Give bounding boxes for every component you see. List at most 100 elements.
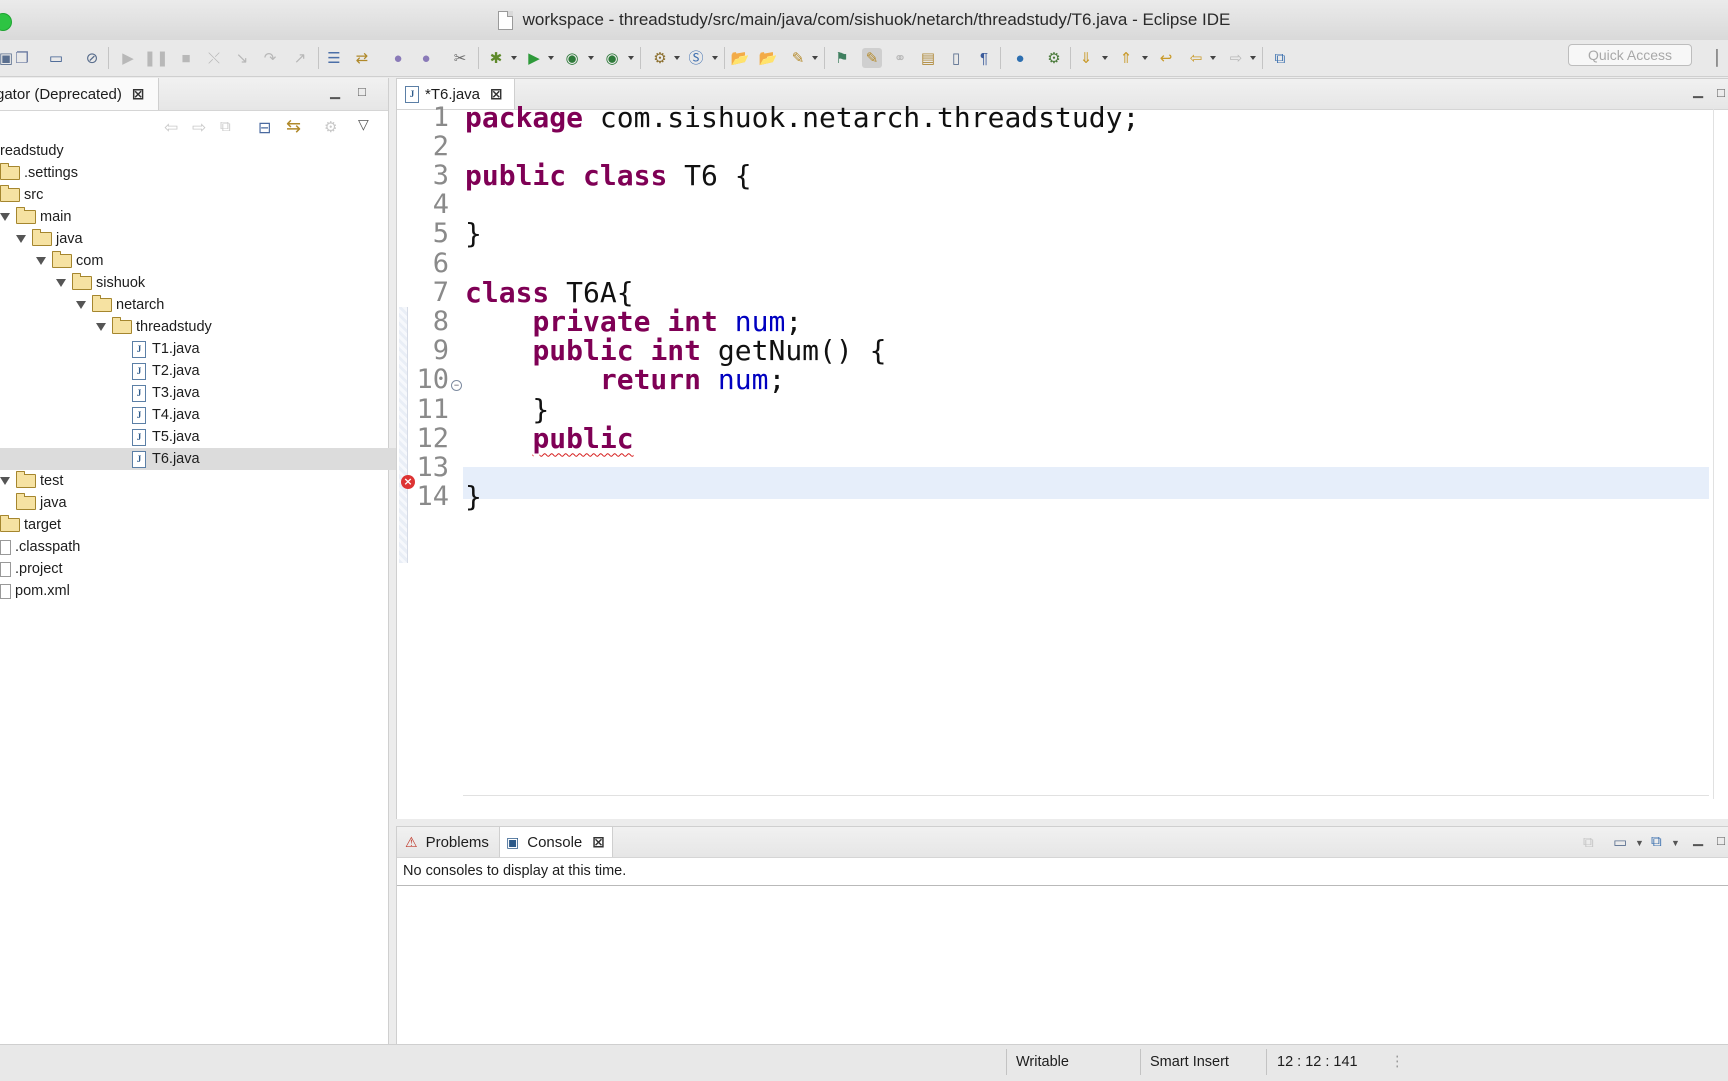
tree-item[interactable]: .classpath — [0, 536, 386, 558]
tab-navigator[interactable]: gator (Deprecated) ⊠ — [0, 78, 159, 110]
tree-item[interactable]: main — [0, 206, 386, 228]
previous-annotation-dropdown-icon[interactable] — [1142, 56, 1148, 60]
editor-icon[interactable]: ▤ — [918, 48, 938, 68]
debug-dropdown-icon[interactable] — [511, 56, 517, 60]
step-return-icon[interactable]: ↗ — [290, 48, 310, 68]
tree-item[interactable]: test — [0, 470, 386, 492]
error-icon[interactable]: × — [401, 475, 415, 489]
code-line[interactable]: 3 public class T6 { — [397, 159, 1717, 192]
debug-icon[interactable]: ✱ — [486, 48, 506, 68]
show-whitespace-icon[interactable]: ¶ — [974, 48, 994, 68]
code-line[interactable]: 8 private int num; — [397, 305, 1717, 338]
mark-occurrences-icon[interactable]: ⇄ — [352, 48, 372, 68]
tools-icon[interactable]: ✂ — [450, 48, 470, 68]
globe-icon[interactable]: ● — [1010, 48, 1030, 68]
close-icon[interactable]: ⊠ — [592, 833, 605, 851]
code-line[interactable]: 2 — [397, 130, 1717, 162]
purple-sphere-2-icon[interactable]: ● — [416, 48, 436, 68]
collapse-all-icon[interactable]: ⊟ — [258, 118, 271, 138]
tree-item[interactable]: com — [0, 250, 422, 272]
display-console-dropdown-icon[interactable]: ▼ — [1635, 838, 1644, 848]
code-line[interactable]: 9 public int getNum() { — [397, 334, 1717, 367]
horizontal-scrollbar[interactable] — [463, 795, 1709, 808]
view-menu-icon[interactable]: ▽ — [358, 116, 369, 133]
tab-console[interactable]: ▣ Console ⊠ — [499, 827, 613, 857]
expand-toggle-icon[interactable] — [56, 279, 66, 287]
open-folder-icon[interactable]: 📂 — [758, 48, 778, 68]
up-icon[interactable]: ⧉ — [220, 118, 231, 135]
tree-item[interactable]: .project — [0, 558, 386, 580]
disconnect-icon[interactable]: ⤬ — [204, 48, 224, 68]
annotation-icon[interactable]: ⚑ — [832, 48, 852, 68]
search-icon[interactable]: ✎ — [788, 48, 808, 68]
block-select-icon[interactable]: ▯ — [946, 48, 966, 68]
web-services-icon[interactable]: ⚙ — [1044, 48, 1064, 68]
open-console-dropdown-icon[interactable]: ▼ — [1671, 838, 1680, 848]
skip-breakpoints-icon[interactable]: ⊘ — [82, 48, 102, 68]
tree-item[interactable]: netarch — [0, 294, 462, 316]
terminate-icon[interactable]: ■ — [176, 48, 196, 68]
new-class-icon[interactable]: Ⓢ — [686, 48, 706, 68]
back-dropdown-icon[interactable] — [1210, 56, 1216, 60]
pin-editor-icon[interactable]: ⧉ — [1270, 48, 1290, 68]
tree-item[interactable]: java — [0, 492, 402, 514]
last-edit-icon[interactable]: ↩ — [1156, 48, 1176, 68]
external-tools-dropdown-icon[interactable] — [628, 56, 634, 60]
tree-item[interactable]: pom.xml — [0, 580, 386, 602]
next-annotation-dropdown-icon[interactable] — [1102, 56, 1108, 60]
perspective-icon[interactable]: ▏ — [1712, 48, 1728, 68]
step-into-icon[interactable]: ↘ — [232, 48, 252, 68]
forward-dropdown-icon[interactable] — [1250, 56, 1256, 60]
open-type-icon[interactable]: 📂 — [730, 48, 750, 68]
step-over-icon[interactable]: ↷ — [260, 48, 280, 68]
run-dropdown-icon[interactable] — [548, 56, 554, 60]
tree-item[interactable]: sishuok — [0, 272, 442, 294]
maximize-icon[interactable]: □ — [1717, 85, 1725, 100]
save-all-icon[interactable]: ❐ — [12, 48, 32, 68]
new-package-dropdown-icon[interactable] — [674, 56, 680, 60]
link-icon[interactable]: ⚭ — [890, 48, 910, 68]
run-icon[interactable]: ▶ — [524, 48, 544, 68]
code-line[interactable]: 7 class T6A{ — [397, 276, 1717, 309]
maximize-icon[interactable]: □ — [1717, 833, 1725, 848]
code-line[interactable]: 1 package com.sishuok.netarch.threadstudy… — [397, 101, 1717, 134]
suspend-icon[interactable]: ❚❚ — [143, 48, 168, 68]
link-with-editor-icon[interactable]: ⇆ — [286, 116, 301, 137]
forward-arrow-icon[interactable]: ⇨ — [192, 118, 206, 138]
status-insert-mode[interactable]: Smart Insert — [1150, 1054, 1229, 1070]
tree-item[interactable]: readstudy — [0, 140, 386, 162]
expand-toggle-icon[interactable] — [76, 301, 86, 309]
toggle-block-icon[interactable]: ☰ — [324, 48, 344, 68]
terminal-icon[interactable]: ▭ — [46, 48, 66, 68]
filter-icon[interactable]: ⚙ — [324, 118, 337, 136]
code-line[interactable]: 11 } — [397, 393, 1717, 426]
minimize-icon[interactable]: ▁ — [1693, 83, 1703, 99]
display-console-icon[interactable]: ▭ — [1613, 833, 1627, 851]
code-line[interactable]: 6 — [397, 247, 1717, 279]
coverage-icon[interactable]: ◉ — [562, 48, 582, 68]
code-line[interactable]: 4 — [397, 189, 1717, 221]
tree-item[interactable]: src — [0, 184, 386, 206]
quick-access-input[interactable]: Quick Access — [1568, 44, 1692, 66]
tree-item[interactable]: java — [0, 228, 402, 250]
code-line[interactable]: 12 public — [397, 422, 1717, 455]
fold-collapse-icon[interactable]: − — [451, 380, 462, 391]
new-class-dropdown-icon[interactable] — [712, 56, 718, 60]
highlight-icon[interactable]: ✎ — [862, 48, 882, 68]
coverage-dropdown-icon[interactable] — [588, 56, 594, 60]
expand-toggle-icon[interactable] — [0, 477, 10, 485]
tree-item[interactable]: .settings — [0, 162, 386, 184]
back-arrow-icon[interactable]: ⇦ — [164, 118, 178, 138]
pin-console-icon[interactable]: ⧉ — [1583, 834, 1594, 851]
minimize-icon[interactable]: ▁ — [330, 84, 340, 100]
close-icon[interactable]: ⊠ — [132, 85, 145, 103]
new-package-icon[interactable]: ⚙ — [650, 48, 670, 68]
expand-toggle-icon[interactable] — [16, 235, 26, 243]
back-icon[interactable]: ⇦ — [1186, 48, 1206, 68]
resume-icon[interactable]: ▶ — [118, 48, 138, 68]
code-line[interactable]: 13 — [397, 451, 1717, 483]
code-line[interactable]: 5} — [397, 217, 1717, 250]
code-line[interactable]: 10 return num; — [397, 363, 1717, 396]
expand-toggle-icon[interactable] — [36, 257, 46, 265]
maximize-icon[interactable]: □ — [358, 84, 366, 99]
